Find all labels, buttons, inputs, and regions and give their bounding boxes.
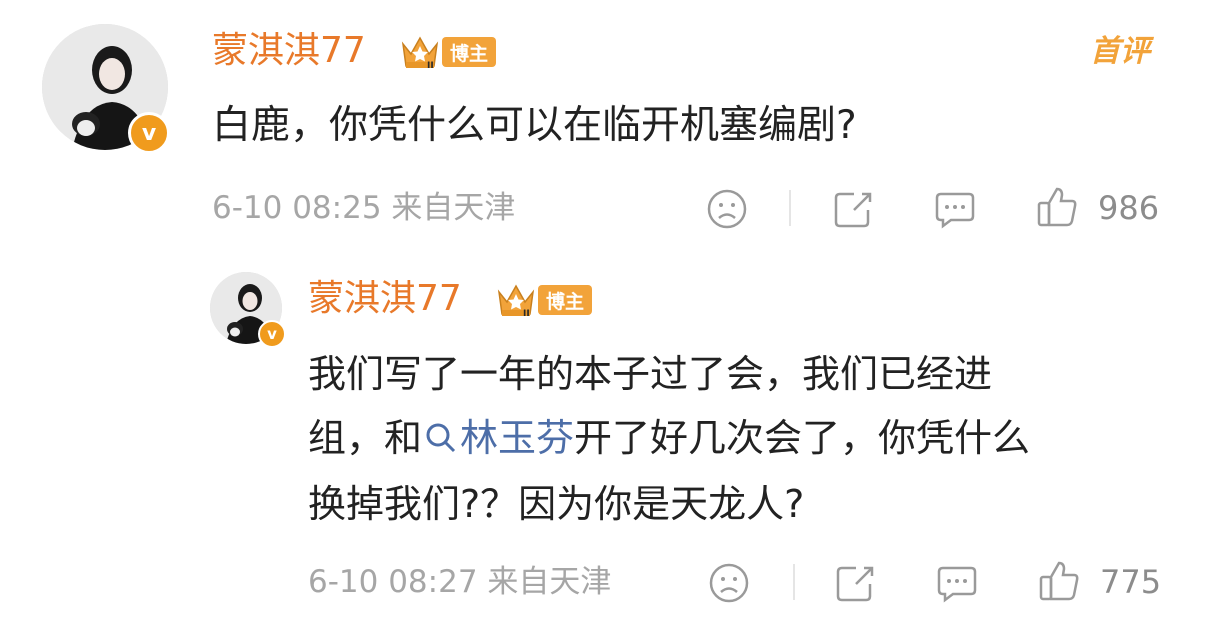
- verified-badge: v: [258, 320, 286, 348]
- reply-text-line-2-post: 开了好几次会了，你凭什么: [574, 416, 1031, 460]
- comment-icon[interactable]: [934, 560, 980, 606]
- action-separator: [793, 564, 795, 600]
- comment-meta: 6-10 08:25 来自天津: [212, 190, 516, 226]
- reply-username[interactable]: 蒙淇淇77: [308, 274, 462, 324]
- reply-text-line-3: 换掉我们?？因为你是天龙人?: [308, 482, 805, 526]
- reply-meta: 6-10 08:27 来自天津: [308, 564, 612, 600]
- mention-text: 林玉芬: [460, 416, 575, 460]
- blogger-tag: 博主: [538, 285, 593, 315]
- sad-face-icon[interactable]: [706, 560, 752, 606]
- blogger-badge[interactable]: II 博主: [496, 280, 593, 320]
- share-icon[interactable]: [832, 560, 878, 606]
- reply-text-line-1: 我们写了一年的本子过了会，我们已经进: [308, 352, 993, 396]
- search-link-icon: [426, 423, 456, 453]
- crown-level: II: [523, 309, 530, 319]
- blogger-tag: 博主: [442, 37, 497, 67]
- comment-text: 白鹿，你凭什么可以在临开机塞编剧?: [212, 103, 857, 148]
- verified-mark: v: [141, 120, 157, 146]
- crown-icon: II: [497, 284, 535, 319]
- thumbs-up-icon[interactable]: [1036, 558, 1082, 604]
- like-count: 986: [1098, 189, 1160, 227]
- crown-level: II: [427, 61, 434, 71]
- mention-link[interactable]: 林玉芬: [422, 416, 574, 460]
- share-icon[interactable]: [830, 186, 876, 232]
- comment-icon[interactable]: [932, 186, 978, 232]
- reply-text-line-2: 组，和 林玉芬开了好几次会了，你凭什么: [308, 410, 1030, 466]
- comment-username[interactable]: 蒙淇淇77: [212, 26, 366, 76]
- sad-face-icon[interactable]: [704, 186, 750, 232]
- thumbs-up-icon[interactable]: [1034, 184, 1080, 230]
- blogger-badge[interactable]: II 博主: [400, 32, 497, 72]
- verified-badge: v: [128, 112, 170, 154]
- reply-text-line-2-pre: 组，和: [308, 416, 423, 460]
- first-comment-tag: 首评: [1090, 34, 1150, 69]
- crown-icon: II: [401, 36, 439, 71]
- verified-mark: v: [267, 325, 277, 343]
- like-count: 775: [1100, 563, 1162, 601]
- action-separator: [789, 190, 791, 226]
